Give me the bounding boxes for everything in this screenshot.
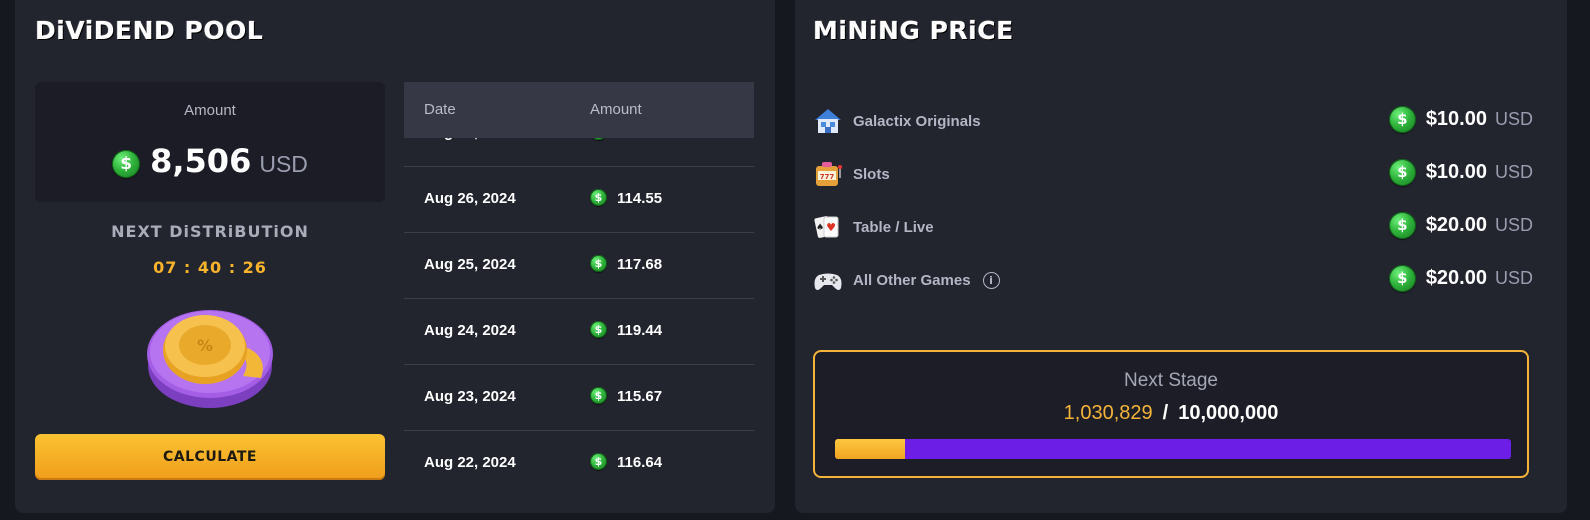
row-amount: $115.67	[590, 386, 662, 406]
mining-row-label: Slots	[853, 166, 890, 183]
mining-row-table-live: ♥ ♠ Table / Live $ $20.00 USD	[813, 207, 1533, 247]
next-stage-progress-bar	[835, 439, 1511, 459]
row-amount: $117.68	[590, 254, 662, 274]
dividend-history-table: Date Amount Aug 27, 2024 $118.21 Aug 26,…	[404, 82, 754, 502]
svg-text:♠: ♠	[816, 223, 824, 233]
gamepad-icon	[814, 273, 842, 290]
table-row: Aug 24, 2024 $119.44	[404, 298, 754, 365]
info-icon[interactable]: i	[982, 271, 1000, 289]
mining-row-price: $ $20.00 USD	[1388, 212, 1533, 239]
svg-text:%: %	[197, 336, 213, 355]
row-date: Aug 23, 2024	[424, 388, 516, 405]
table-header: Date Amount	[404, 82, 754, 138]
calculate-button[interactable]: CALCULATE	[35, 434, 385, 480]
column-header-amount: Amount	[590, 101, 642, 118]
dollar-coin-icon: $	[1388, 159, 1416, 186]
table-row: Aug 23, 2024 $115.67	[404, 364, 754, 431]
amount-box: Amount $8,506 USD	[35, 82, 385, 202]
table-row: Aug 22, 2024 $116.64	[404, 430, 754, 496]
table-row: Aug 25, 2024 $117.68	[404, 232, 754, 299]
next-stage-separator: /	[1162, 402, 1169, 424]
table-row: Aug 26, 2024 $114.55	[404, 166, 754, 233]
mining-row-price: $ $10.00 USD	[1388, 106, 1533, 133]
dollar-coin-icon: $	[590, 188, 607, 206]
svg-text:♥: ♥	[826, 221, 836, 234]
mining-row-label: Galactix Originals	[853, 113, 981, 130]
amount-row: $8,506 USD	[35, 142, 385, 182]
dollar-coin-icon: $	[590, 452, 607, 470]
next-stage-values: 1,030,829 / 10,000,000	[815, 402, 1527, 425]
slot-machine-icon: 777	[816, 162, 842, 186]
amount-value: 8,506	[150, 142, 252, 180]
dollar-coin-icon: $	[590, 320, 607, 338]
mining-row-price: $ $10.00 USD	[1388, 159, 1533, 186]
amount-label: Amount	[184, 102, 236, 119]
mining-row-label: Table / Live	[853, 219, 934, 236]
dollar-coin-icon: $	[1388, 212, 1416, 239]
row-amount: $114.55	[590, 188, 662, 208]
dividend-pool-title: DiViDEND POOL	[35, 16, 264, 45]
row-date: Aug 22, 2024	[424, 454, 516, 471]
dollar-coin-icon: $	[1388, 106, 1416, 133]
mining-row-other-games: All Other Games i $ $20.00 USD	[813, 260, 1533, 300]
next-stage-progress-fill	[835, 439, 905, 459]
playing-cards-icon: ♥ ♠	[814, 216, 839, 238]
svg-text:777: 777	[820, 173, 835, 181]
amount-currency: USD	[259, 151, 308, 177]
mining-price-panel: MiNiNG PRiCE Galactix Originals $ $10.00 U…	[795, 0, 1567, 513]
next-distribution-timer: 07 : 40 : 26	[153, 258, 267, 277]
row-date: Aug 25, 2024	[424, 256, 516, 273]
dollar-coin-icon: $	[1388, 265, 1416, 292]
dollar-coin-icon: $	[590, 254, 607, 272]
purple-chip-icon: %	[147, 310, 273, 408]
mining-row-price: $ $20.00 USD	[1388, 265, 1533, 292]
next-stage-box: Next Stage 1,030,829 / 10,000,000	[813, 350, 1529, 478]
house-icon	[815, 109, 841, 133]
row-date: Aug 24, 2024	[424, 322, 516, 339]
row-amount: $119.44	[590, 320, 662, 340]
mining-row-originals: Galactix Originals $ $10.00 USD	[813, 101, 1533, 141]
dividend-pool-panel: DiViDEND POOL Amount $8,506 USD NEXT DiST…	[15, 0, 775, 513]
next-stage-total: 10,000,000	[1178, 402, 1279, 424]
dollar-coin-icon: $	[590, 386, 607, 404]
next-stage-label: Next Stage	[1124, 370, 1218, 391]
mining-row-slots: 777 Slots $ $10.00 USD	[813, 154, 1533, 194]
mining-price-title: MiNiNG PRiCE	[813, 16, 1014, 45]
row-amount: $116.64	[590, 452, 662, 472]
row-date: Aug 26, 2024	[424, 190, 516, 207]
next-distribution-label: NEXT DiSTRiBUTiON	[111, 222, 309, 241]
next-stage-current: 1,030,829	[1063, 402, 1153, 424]
mining-row-label: All Other Games i	[853, 271, 1000, 290]
dollar-coin-icon: $	[112, 149, 141, 178]
column-header-date: Date	[424, 101, 456, 118]
